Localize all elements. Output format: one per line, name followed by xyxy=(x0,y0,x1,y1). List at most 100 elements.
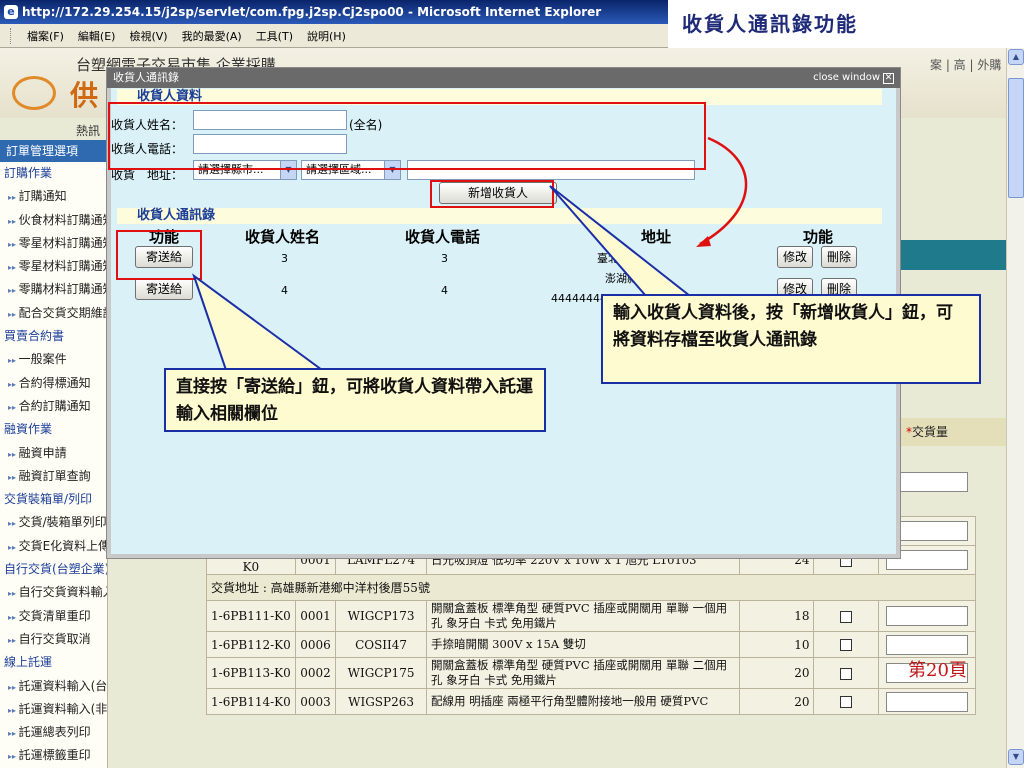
cell-code: 1-6PB112-K0 xyxy=(206,631,296,658)
menu-edit[interactable]: 編輯(E) xyxy=(78,28,116,44)
entry-name: 4 xyxy=(281,284,288,297)
col-header-phone: 收貨人電話 xyxy=(405,228,481,246)
ship-qty-input[interactable] xyxy=(886,606,969,626)
sidebar-section[interactable]: 融資作業 xyxy=(0,418,107,441)
menu-file[interactable]: 檔案(F) xyxy=(27,28,64,44)
cell-qty: 20 xyxy=(738,688,815,715)
entry-address: 臺北市... xyxy=(597,252,641,265)
ship-qty-header: *交貨量 xyxy=(900,418,1006,446)
sidebar-item[interactable]: 合約訂購通知 xyxy=(0,395,107,418)
ship-qty-label: 交貨量 xyxy=(912,425,949,439)
sidebar-item[interactable]: 零星材料訂購通知 xyxy=(0,255,107,278)
cell-select xyxy=(813,657,880,689)
entry-address-2: 澎湖縣... xyxy=(605,272,649,285)
menu-help[interactable]: 說明(H) xyxy=(307,28,346,44)
ship-qty-input[interactable] xyxy=(886,691,969,712)
entry-phone: 3 xyxy=(441,252,448,265)
sidebar-item[interactable]: 託運資料輸入(台塑企業) xyxy=(0,675,107,698)
dialog-title: 收貨人通訊錄 xyxy=(113,71,179,84)
menu-tools[interactable]: 工具(T) xyxy=(256,28,293,44)
sidebar-item[interactable]: 零購材料訂購通知 xyxy=(0,278,107,301)
scroll-thumb[interactable] xyxy=(1008,78,1024,198)
sidebar-item[interactable]: 伙食材料訂購通知 xyxy=(0,209,107,232)
sidebar-item[interactable]: 託運資料輸入(非台塑企業) xyxy=(0,698,107,721)
col-header-action-2: 功能 xyxy=(803,228,834,246)
sidebar-item[interactable]: 訂購通知 xyxy=(0,185,107,208)
menu-view[interactable]: 檢視(V) xyxy=(129,28,167,44)
browser-title: http://172.29.254.15/j2sp/servlet/com.fp… xyxy=(22,5,602,19)
cell-qty: 10 xyxy=(738,631,815,658)
close-window-button[interactable]: close window ✕ xyxy=(813,68,894,88)
hot-news-label: 熱訊 xyxy=(76,124,101,138)
sidebar-item[interactable]: 自行交貨取消 xyxy=(0,628,107,651)
delete-button[interactable]: 刪除 xyxy=(821,246,857,268)
slide-title: 收貨人通訊錄功能 xyxy=(682,12,858,36)
cell-part: COSII47 xyxy=(335,631,427,658)
entry-name: 3 xyxy=(281,252,288,265)
scroll-down-icon[interactable]: ▼ xyxy=(1008,749,1024,765)
sidebar-item[interactable]: 託運總表列印 xyxy=(0,721,107,744)
row-checkbox[interactable] xyxy=(840,639,853,651)
logo-ring-icon xyxy=(12,76,56,110)
dialog-title-bar: 收貨人通訊錄 close window ✕ xyxy=(107,68,900,88)
sidebar-item[interactable]: 託運標籤重印 xyxy=(0,744,107,767)
vertical-scrollbar[interactable]: ▲ ▼ xyxy=(1006,48,1024,768)
sidebar-item[interactable]: 合約得標通知 xyxy=(0,372,107,395)
menu-favorites[interactable]: 我的最愛(A) xyxy=(182,28,242,44)
sidebar-section[interactable]: 線上託運 xyxy=(0,651,107,674)
sidebar-item[interactable]: 自行交貨資料輸入 xyxy=(0,581,107,604)
edit-button[interactable]: 修改 xyxy=(777,246,813,268)
cell-seq: 0006 xyxy=(294,631,337,658)
ie-logo-icon: e xyxy=(4,5,18,19)
cell-code: 1-6PB113-K0 xyxy=(206,657,296,689)
col-header-name: 收貨人姓名 xyxy=(245,228,321,246)
sidebar-section[interactable]: 訂購作業 xyxy=(0,162,107,185)
callout-add-consignee: 輸入收貨人資料後，按「新增收貨人」鈕，可將資料存檔至收貨人通訊錄 xyxy=(601,294,981,384)
cell-select xyxy=(813,600,880,632)
logo-text: 供 xyxy=(70,79,99,112)
cell-qty: 20 xyxy=(738,657,815,689)
row-checkbox[interactable] xyxy=(840,667,853,680)
header-links[interactable]: 案 | 高 | 外購 xyxy=(930,56,1001,73)
toolbar-grip-icon xyxy=(10,27,13,44)
sidebar-item[interactable]: 一般案件 xyxy=(0,348,107,371)
column-header-bar xyxy=(900,240,1006,270)
cell-select xyxy=(813,688,880,715)
sidebar-section[interactable]: 自行交貨(台塑企業) xyxy=(0,558,107,581)
row-checkbox[interactable] xyxy=(840,610,853,623)
cell-part: WIGCP173 xyxy=(335,600,427,632)
send-to-button[interactable]: 寄送給 xyxy=(135,278,193,300)
sidebar-item[interactable]: 配合交貨交期維護 xyxy=(0,302,107,325)
row-checkbox[interactable] xyxy=(840,696,853,708)
cell-seq: 0001 xyxy=(294,600,337,632)
section-address-book: 收貨人通訊錄 xyxy=(117,208,882,224)
callout-send-to: 直接按「寄送給」鈕，可將收貨人資料帶入託運輸入相關欄位 xyxy=(164,368,546,432)
sidebar-section[interactable]: 交貨裝箱單/列印 xyxy=(0,488,107,511)
cell-seq: 0003 xyxy=(294,688,337,715)
browser-title-bar: e http://172.29.254.15/j2sp/servlet/com.… xyxy=(0,0,668,24)
scroll-up-icon[interactable]: ▲ xyxy=(1008,49,1024,65)
sidebar-item[interactable]: 融資訂單查詢 xyxy=(0,465,107,488)
close-window-label: close window xyxy=(813,72,880,83)
cell-code: 1-6PB114-K0 xyxy=(206,688,296,715)
cell-desc: 配線用 明插座 兩極平行角型體附接地一般用 硬質PVC xyxy=(425,688,740,715)
sidebar-item[interactable]: 融資申請 xyxy=(0,442,107,465)
sidebar-item[interactable]: 交貨/裝箱單列印 xyxy=(0,511,107,534)
cell-desc: 開關盒蓋板 標準角型 硬質PVC 插座或開關用 單聯 二個用孔 象牙白 卡式 免… xyxy=(425,657,740,689)
cell-qty: 18 xyxy=(738,600,815,632)
delivery-address: 交貨地址 : 高雄縣新港鄉中洋村後厝55號 xyxy=(206,574,976,601)
sidebar-item[interactable]: 交貨E化資料上傳 xyxy=(0,535,107,558)
sidebar-item[interactable]: 零星材料訂購通知 xyxy=(0,232,107,255)
table-row: 1-6PB114-K0 0003 WIGSP263 配線用 明插座 兩極平行角型體附接… xyxy=(206,688,976,715)
slide-page-number: 第20頁 xyxy=(908,660,967,681)
table-row: 1-6PB112-K0 0006 COSII47 手捺暗開關 300V x 15A 雙… xyxy=(206,631,976,658)
close-icon[interactable]: ✕ xyxy=(883,73,894,84)
sidebar-item[interactable]: 交貨清單重印 xyxy=(0,605,107,628)
ship-qty-input[interactable] xyxy=(886,634,969,655)
cell-ship-qty xyxy=(878,631,976,658)
col-header-address: 地址 xyxy=(641,228,672,246)
cell-ship-qty xyxy=(878,688,976,715)
table-row: 1-6PB111-K0 0001 WIGCP173 開關盒蓋板 標準角型 硬質PVC … xyxy=(206,600,976,632)
table-row: 1-6PB113-K0 0002 WIGCP175 開關盒蓋板 標準角型 硬質PVC … xyxy=(206,657,976,689)
sidebar-section[interactable]: 買賣合約書 xyxy=(0,325,107,348)
